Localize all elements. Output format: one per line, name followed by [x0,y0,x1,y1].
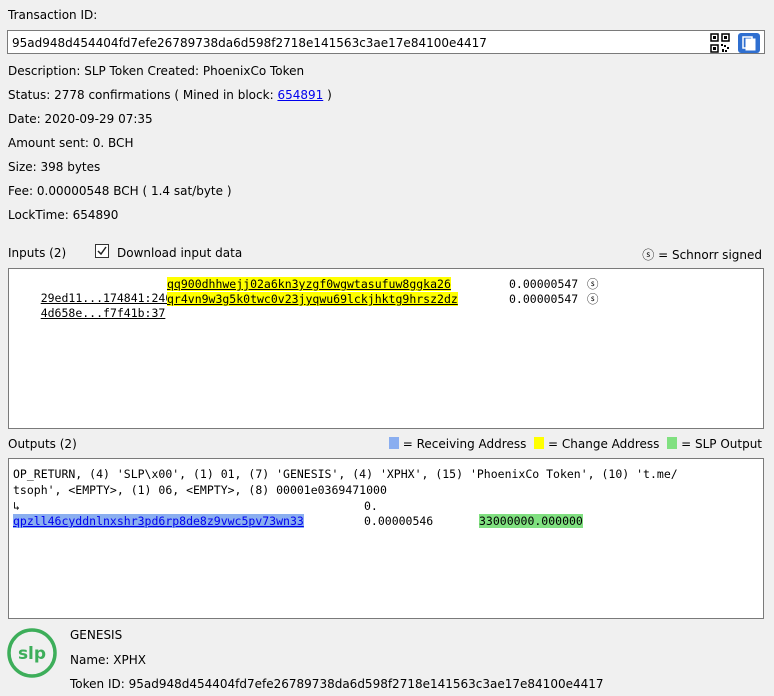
token-name: Name: XPHX [70,653,146,667]
block-link[interactable]: 654891 [277,88,323,102]
input-outpoint[interactable]: 4d658e...f7f41b:37 [41,306,166,320]
transaction-id-value[interactable]: 95ad948d454404fd7efe26789738da6d598f2718… [12,36,487,50]
outputs-legend: = Receiving Address = Change Address = S… [388,437,762,451]
slp-legend-label: = SLP Output [681,437,762,451]
receiving-legend-label: = Receiving Address [402,437,527,451]
slp-amount: 33000000.000000 [479,514,583,528]
change-swatch [534,437,545,449]
change-legend-label: = Change Address [548,437,660,451]
download-input-data-checkbox[interactable] [95,244,109,258]
slp-logo-text: slp [18,644,46,664]
output-amount: 0.00000546 [364,514,434,528]
schnorr-legend: ⓢ = Schnorr signed [642,246,762,263]
op-return-line: OP_RETURN, (4) 'SLP\x00', (1) 01, (7) 'G… [13,467,678,481]
description-text: Description: SLP Token Created: PhoenixC… [8,64,305,78]
input-row[interactable]: 4d658e...f7f41b:37 [13,292,166,334]
schnorr-icon: ⓢ [587,292,599,306]
schnorr-icon: ⓢ [587,277,599,291]
receiving-swatch [388,437,399,449]
inputs-title: Inputs (2) [8,246,67,260]
op-return-amount: 0. [364,499,378,513]
input-address[interactable]: qr4vn9w3g5k0twc0v23jyqwu69lckjhktg9hrsz2… [167,292,458,306]
transaction-id-label: Transaction ID: [8,8,98,22]
transaction-id-field[interactable]: 95ad948d454404fd7efe26789738da6d598f2718… [7,30,765,54]
size-text: Size: 398 bytes [8,160,101,174]
qr-code-icon[interactable] [710,33,730,53]
schnorr-legend-label: = Schnorr signed [658,248,762,262]
op-return-line: tsoph', <EMPTY>, (1) 06, <EMPTY>, (8) 00… [13,483,387,497]
input-address[interactable]: qq900dhhwejj02a6kn3yzgf0wgwtasufuw8ggka2… [167,277,451,291]
token-type: GENESIS [70,628,123,642]
download-input-data-label[interactable]: Download input data [117,246,242,260]
copy-icon[interactable] [738,33,760,53]
outputs-list[interactable]: OP_RETURN, (4) 'SLP\x00', (1) 01, (7) 'G… [8,458,764,619]
outputs-title: Outputs (2) [8,437,77,451]
status-prefix: Status: 2778 confirmations ( Mined in bl… [8,88,278,102]
input-amount: 0.00000547 [509,277,579,291]
slp-logo: slp [6,627,58,679]
input-amount: 0.00000547 [509,292,579,306]
inputs-list[interactable]: 29ed11...174841:240 qq900dhhwejj02a6kn3y… [8,268,764,429]
slp-swatch [667,437,678,449]
fee-text: Fee: 0.00000548 BCH ( 1.4 sat/byte ) [8,184,232,198]
status-text: Status: 2778 confirmations ( Mined in bl… [8,88,332,102]
locktime-text: LockTime: 654890 [8,208,119,222]
schnorr-icon: ⓢ [642,248,655,262]
continuation-arrow-icon: ↳ [13,499,20,513]
checkmark-icon [97,246,107,256]
output-address[interactable]: qpzll46cyddnlnxshr3pd6rp8de8z9vwc5pv73wn… [13,514,304,528]
amount-sent-text: Amount sent: 0. BCH [8,136,134,150]
status-suffix: ) [323,88,332,102]
token-id: Token ID: 95ad948d454404fd7efe26789738da… [70,677,604,691]
date-text: Date: 2020-09-29 07:35 [8,112,153,126]
